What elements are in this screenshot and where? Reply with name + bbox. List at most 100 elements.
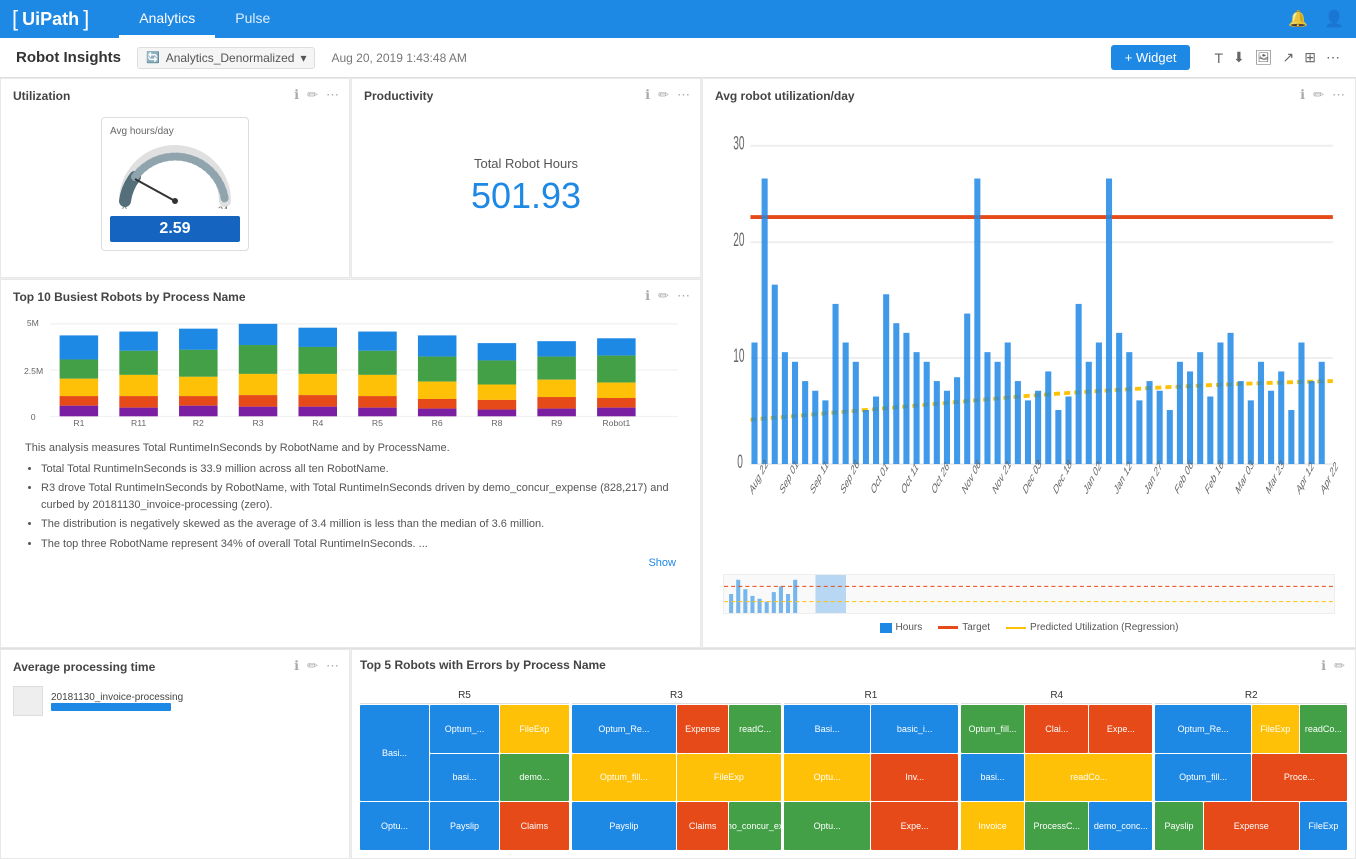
avg-robot-actions: ℹ ✏ ⋯ (1300, 87, 1345, 103)
notification-icon[interactable]: 🔔 (1288, 9, 1308, 29)
process-icon (13, 686, 43, 716)
more-options-icon[interactable]: ⋯ (1326, 49, 1340, 66)
edit-icon[interactable]: ✏ (307, 658, 318, 674)
top-nav: [ UiPath ] Analytics Pulse 🔔 👤 (0, 0, 1356, 38)
edit-icon[interactable]: ✏ (1334, 658, 1345, 674)
tm-r1-inv: Inv... (871, 754, 958, 802)
analysis-bullet-4: The top three RobotName represent 34% of… (41, 536, 676, 553)
legend-target: Target (938, 622, 990, 633)
tm-r5-optu2: Optu... (360, 802, 429, 850)
more-icon[interactable]: ⋯ (677, 87, 690, 103)
treemap-r4-label: R4 (961, 690, 1153, 704)
analysis-bullet-2: R3 drove Total RuntimeInSeconds by Robot… (41, 480, 676, 513)
more-icon[interactable]: ⋯ (326, 658, 339, 674)
page-title: Robot Insights (16, 49, 121, 66)
svg-text:R9: R9 (551, 418, 562, 428)
nav-icons: 🔔 👤 (1288, 9, 1344, 29)
svg-text:R6: R6 (432, 418, 443, 428)
svg-text:R1: R1 (73, 418, 84, 428)
share-icon[interactable]: ↗ (1283, 49, 1295, 66)
svg-text:R5: R5 (372, 418, 383, 428)
more-icon[interactable]: ⋯ (1332, 87, 1345, 103)
utilization-actions: ℹ ✏ ⋯ (294, 87, 339, 103)
tm-r2-proce: Proce... (1252, 754, 1347, 802)
tm-r2-readco: readCo... (1300, 705, 1347, 753)
productivity-actions: ℹ ✏ ⋯ (645, 87, 690, 103)
data-source-selector[interactable]: 🔄 Analytics_Denormalized ▾ (137, 47, 315, 69)
tm-r3-optumre: Optum_Re... (572, 705, 676, 753)
info-icon[interactable]: ℹ (1321, 658, 1326, 674)
top10-actions: ℹ ✏ ⋯ (645, 288, 690, 304)
tm-r1-expe: Expe... (871, 802, 958, 850)
image-icon[interactable]: 🖼 (1255, 49, 1273, 66)
edit-icon[interactable]: ✏ (658, 87, 669, 103)
app-logo: [ UiPath ] (12, 6, 89, 32)
tm-r3-readc: readC... (729, 705, 780, 753)
legend-hours: Hours (880, 622, 923, 633)
tab-pulse[interactable]: Pulse (215, 0, 290, 38)
svg-text:0: 0 (122, 205, 127, 209)
treemap-r2: R2 Optum_Re... FileExp readCo... Optum_f… (1155, 690, 1347, 850)
top10-title: Top 10 Busiest Robots by Process Name (13, 290, 688, 304)
text-icon[interactable]: T (1214, 50, 1223, 66)
add-widget-button[interactable]: + Widget (1111, 45, 1191, 70)
sub-header: Robot Insights 🔄 Analytics_Denormalized … (0, 38, 1356, 78)
productivity-title: Productivity (364, 89, 688, 103)
tm-r2-expense: Expense (1204, 802, 1299, 850)
edit-icon[interactable]: ✏ (1313, 87, 1324, 103)
treemap-r5-label: R5 (360, 690, 569, 704)
tab-analytics[interactable]: Analytics (119, 0, 215, 38)
layout-icon[interactable]: ⊞ (1304, 49, 1316, 66)
tm-r5-basi2: basi... (430, 754, 499, 802)
info-icon[interactable]: ℹ (645, 87, 650, 103)
tm-r4-optumfill: Optum_fill... (961, 705, 1024, 753)
edit-icon[interactable]: ✏ (658, 288, 669, 304)
info-icon[interactable]: ℹ (1300, 87, 1305, 103)
info-icon[interactable]: ℹ (645, 288, 650, 304)
tm-r1-basi: Basi... (784, 705, 871, 753)
gauge-container: Avg hours/day 0 24 2.59 (13, 111, 337, 257)
tm-r4-democonc: demo_conc... (1089, 802, 1152, 850)
tm-r4-invoice: Invoice (961, 802, 1024, 850)
processing-row-1: 20181130_invoice-processing (13, 682, 337, 720)
tm-r2-fileexp2: FileExp (1300, 802, 1347, 850)
svg-text:R4: R4 (312, 418, 323, 428)
legend-predicted: Predicted Utilization (Regression) (1006, 622, 1178, 633)
legend-hours-icon (880, 623, 892, 633)
more-icon[interactable]: ⋯ (326, 87, 339, 103)
tm-r4-basi: basi... (961, 754, 1024, 802)
productivity-panel: Productivity ℹ ✏ ⋯ Total Robot Hours 501… (351, 78, 701, 278)
more-icon[interactable]: ⋯ (677, 288, 690, 304)
info-icon[interactable]: ℹ (294, 87, 299, 103)
svg-text:Robot1: Robot1 (602, 418, 630, 428)
tm-r2-fileexp: FileExp (1252, 705, 1299, 753)
tm-r4-readco: readCo... (1025, 754, 1152, 802)
tm-r5-basi: Basi... (360, 705, 429, 801)
top5-title: Top 5 Robots with Errors by Process Name (360, 658, 1347, 672)
tm-r1-optu: Optu... (784, 754, 871, 802)
svg-text:R11: R11 (131, 418, 146, 428)
tm-r3-claims: Claims (677, 802, 728, 850)
tm-r4-expe: Expe... (1089, 705, 1152, 753)
analysis-text: This analysis measures Total RuntimeInSe… (13, 432, 688, 580)
tm-r1-basici: basic_i... (871, 705, 958, 753)
treemap-r3: R3 Optum_Re... Expense readC... Optum_fi… (572, 690, 781, 850)
svg-text:R2: R2 (193, 418, 204, 428)
chart-legend: Hours Target Predicted Utilization (Regr… (715, 618, 1343, 637)
svg-text:10: 10 (733, 346, 744, 367)
tm-r1-optu2: Optu... (784, 802, 871, 850)
tm-r3-fileexp: FileExp (677, 754, 781, 802)
productivity-label: Total Robot Hours (474, 156, 578, 171)
svg-text:2.5M: 2.5M (24, 366, 43, 376)
treemap: R5 Basi... Optum_... FileExp demo... bas… (360, 690, 1347, 850)
gauge-chart: 0 24 (110, 139, 240, 209)
edit-icon[interactable]: ✏ (307, 87, 318, 103)
avg-processing-actions: ℹ ✏ ⋯ (294, 658, 339, 674)
user-icon[interactable]: 👤 (1324, 9, 1344, 29)
header-actions: T ⬇ 🖼 ↗ ⊞ ⋯ (1214, 49, 1340, 66)
tm-r3-demo: demo_concur_exp... (729, 802, 780, 850)
info-icon[interactable]: ℹ (294, 658, 299, 674)
show-link[interactable]: Show (648, 555, 676, 572)
bottom-row: Average processing time ℹ ✏ ⋯ 20181130_i… (0, 648, 1356, 859)
download-icon[interactable]: ⬇ (1233, 49, 1245, 66)
